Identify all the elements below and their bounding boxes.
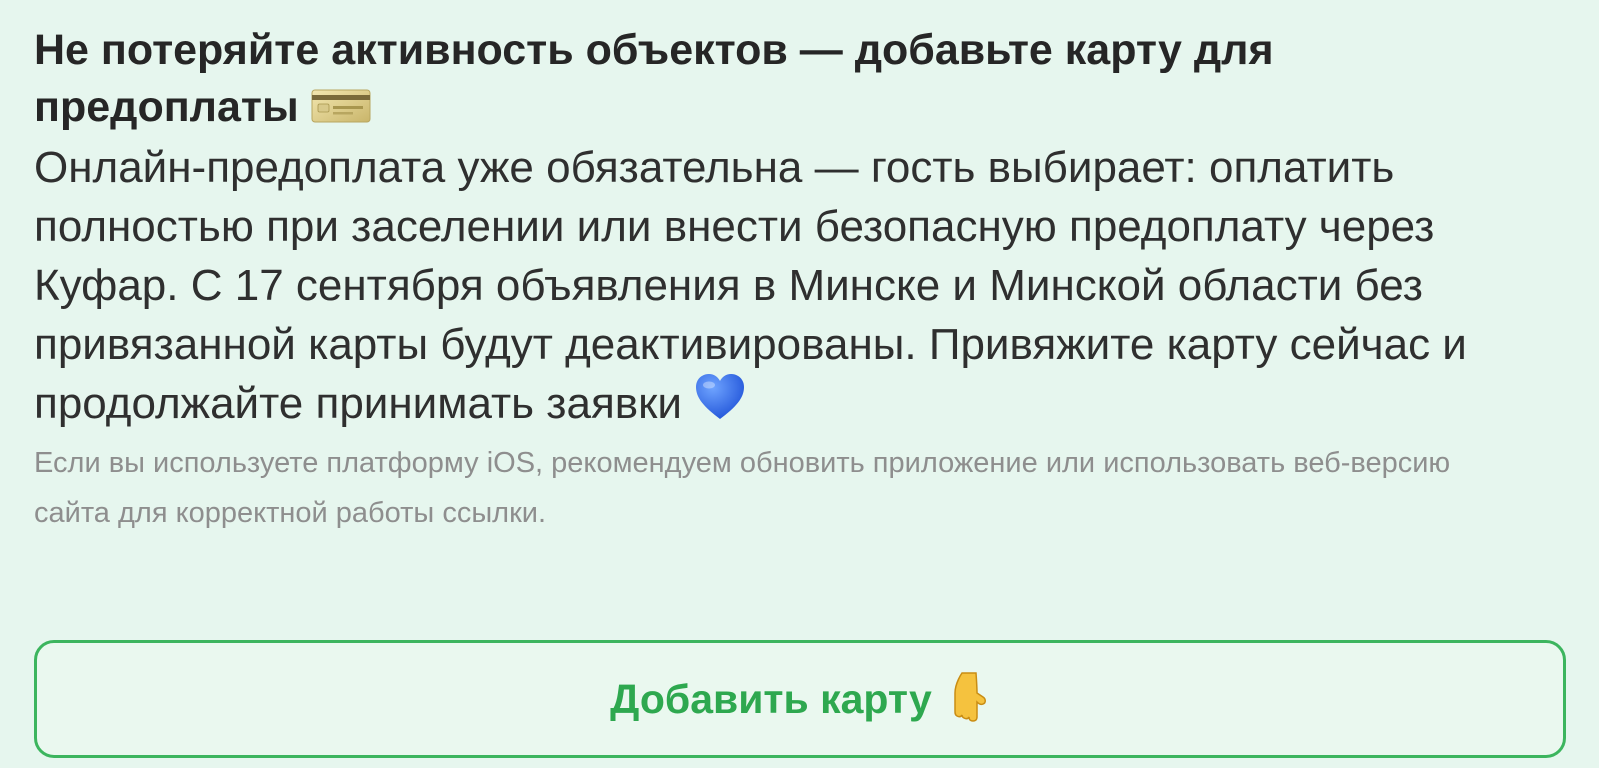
banner-body: Онлайн-предоплата уже обязательна — гост… bbox=[34, 138, 1564, 436]
banner-title-text: Не потеряйте активность объектов — добав… bbox=[34, 26, 1274, 131]
add-card-button-label: Добавить карту bbox=[610, 675, 932, 722]
add-card-button[interactable]: Добавить карту bbox=[34, 640, 1566, 758]
ios-note: Если вы используете платформу iOS, реком… bbox=[34, 447, 1451, 530]
blue-heart-icon bbox=[694, 374, 746, 436]
banner-title: Не потеряйте активность объектов — добав… bbox=[34, 22, 1494, 138]
credit-card-icon bbox=[311, 81, 371, 138]
banner-body-text: Онлайн-предоплата уже обязательна — гост… bbox=[34, 143, 1467, 429]
pointing-down-hand-icon bbox=[950, 671, 990, 728]
